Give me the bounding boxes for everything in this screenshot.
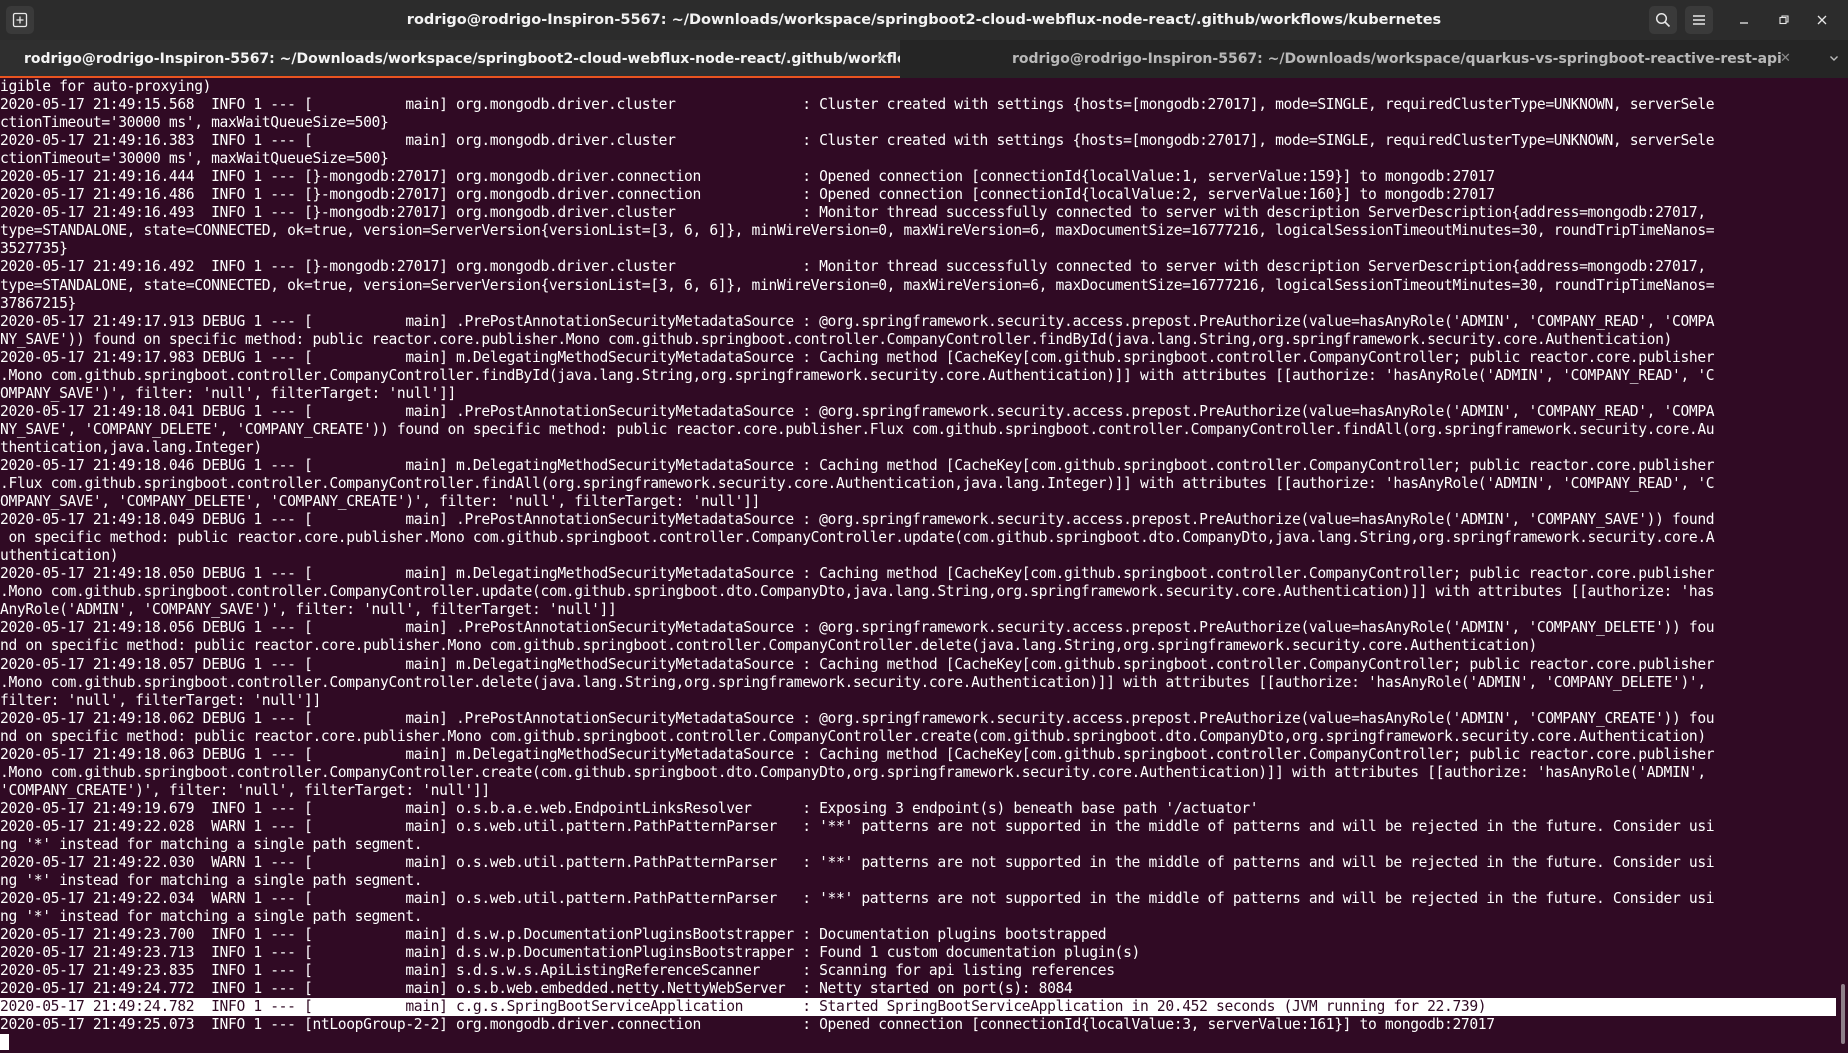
- terminal-line: 2020-05-17 21:49:23.700 INFO 1 --- [ mai…: [0, 926, 1107, 944]
- terminal-line: 2020-05-17 21:49:16.486 INFO 1 --- [}-mo…: [0, 186, 1495, 204]
- terminal-line: AnyRole('ADMIN', 'COMPANY_SAVE')', filte…: [0, 601, 617, 619]
- maximize-icon: [1779, 15, 1789, 25]
- chevron-down-icon: [1830, 56, 1838, 61]
- tab-close-icon[interactable]: ✕: [1780, 40, 1791, 78]
- terminal-line: 2020-05-17 21:49:16.444 INFO 1 --- [}-mo…: [0, 168, 1495, 186]
- terminal-line: 37867215}: [0, 294, 76, 312]
- terminal-line: ng '*' instead for matching a single pat…: [0, 835, 423, 853]
- terminal-line: nd on specific method: public reactor.co…: [0, 727, 1706, 745]
- terminal-line: 3527735}: [0, 240, 68, 258]
- terminal-line: 2020-05-17 21:49:18.057 DEBUG 1 --- [ ma…: [0, 655, 1715, 673]
- terminal-line: ctionTimeout='30000 ms', maxWaitQueueSiz…: [0, 150, 389, 168]
- terminal-line: 2020-05-17 21:49:23.713 INFO 1 --- [ mai…: [0, 944, 1140, 962]
- window-title: rodrigo@rodrigo-Inspiron-5567: ~/Downloa…: [406, 12, 1442, 28]
- terminal-line: 2020-05-17 21:49:25.073 INFO 1 --- [ntLo…: [0, 1016, 1495, 1034]
- terminal-line: .Mono com.github.springboot.controller.C…: [0, 366, 1715, 384]
- menu-button[interactable]: [1685, 6, 1713, 34]
- tab-label: rodrigo@rodrigo-Inspiron-5567: ~/Downloa…: [24, 51, 900, 67]
- tab-springboot2-cloud[interactable]: rodrigo@rodrigo-Inspiron-5567: ~/Downloa…: [0, 40, 900, 78]
- minimize-icon: [1740, 22, 1748, 24]
- terminal-line: OMPANY_SAVE')', filter: 'null', filterTa…: [0, 384, 456, 402]
- terminal-line: 2020-05-17 21:49:24.772 INFO 1 --- [ mai…: [0, 980, 1073, 998]
- terminal-line: filter: 'null', filterTarget: 'null']]: [0, 691, 321, 709]
- terminal-line: 2020-05-17 21:49:17.913 DEBUG 1 --- [ ma…: [0, 312, 1715, 330]
- terminal-line: NY_SAVE')) found on specific method: pub…: [0, 330, 1672, 348]
- tab-quarkus-vs-springboot[interactable]: rodrigo@rodrigo-Inspiron-5567: ~/Downloa…: [900, 40, 1818, 78]
- scrollbar-thumb[interactable]: [1841, 984, 1845, 1044]
- terminal-line: on specific method: public reactor.core.…: [0, 529, 1715, 547]
- terminal-line: 'COMPANY_CREATE')', filter: 'null', filt…: [0, 781, 490, 799]
- terminal-line: igible for auto-proxying): [0, 78, 212, 95]
- search-icon: [1655, 12, 1671, 28]
- terminal-line: 2020-05-17 21:49:18.062 DEBUG 1 --- [ ma…: [0, 709, 1715, 727]
- terminal-line: 2020-05-17 21:49:18.050 DEBUG 1 --- [ ma…: [0, 565, 1715, 583]
- window-titlebar: rodrigo@rodrigo-Inspiron-5567: ~/Downloa…: [0, 0, 1848, 40]
- terminal-line: type=STANDALONE, state=CONNECTED, ok=tru…: [0, 222, 1715, 240]
- terminal-scrollbar[interactable]: [1836, 78, 1848, 1053]
- close-button[interactable]: [1811, 9, 1833, 31]
- terminal-line: NY_SAVE', 'COMPANY_DELETE', 'COMPANY_CRE…: [0, 420, 1715, 438]
- terminal-prompt-line[interactable]: [0, 1034, 1836, 1052]
- terminal-line: .Flux com.github.springboot.controller.C…: [0, 475, 1715, 493]
- terminal-line: type=STANDALONE, state=CONNECTED, ok=tru…: [0, 276, 1715, 294]
- terminal-line: 2020-05-17 21:49:19.679 INFO 1 --- [ mai…: [0, 799, 1259, 817]
- terminal-output[interactable]: igible for auto-proxying) 2020-05-17 21:4…: [0, 78, 1836, 1053]
- maximize-button[interactable]: [1773, 9, 1795, 31]
- terminal-line: thentication,java.lang.Integer): [0, 438, 262, 456]
- tabs-dropdown-button[interactable]: [1820, 40, 1848, 78]
- terminal-line: .Mono com.github.springboot.controller.C…: [0, 763, 1706, 781]
- tab-label: rodrigo@rodrigo-Inspiron-5567: ~/Downloa…: [1012, 51, 1782, 67]
- terminal-line-selected: 2020-05-17 21:49:24.782 INFO 1 --- [ mai…: [0, 998, 1836, 1017]
- terminal-line: 2020-05-17 21:49:22.028 WARN 1 --- [ mai…: [0, 817, 1715, 835]
- terminal-line: 2020-05-17 21:49:22.034 WARN 1 --- [ mai…: [0, 890, 1715, 908]
- minimize-button[interactable]: [1733, 9, 1755, 31]
- terminal-line: 2020-05-17 21:49:16.492 INFO 1 --- [}-mo…: [0, 258, 1706, 276]
- terminal-line: uthentication): [0, 547, 119, 565]
- terminal-line: .Mono com.github.springboot.controller.C…: [0, 673, 1706, 691]
- terminal-line: 2020-05-17 21:49:18.063 DEBUG 1 --- [ ma…: [0, 745, 1715, 763]
- terminal-line: 2020-05-17 21:49:16.493 INFO 1 --- [}-mo…: [0, 204, 1706, 222]
- terminal-line: 2020-05-17 21:49:18.056 DEBUG 1 --- [ ma…: [0, 619, 1715, 637]
- tab-bar: rodrigo@rodrigo-Inspiron-5567: ~/Downloa…: [0, 40, 1848, 78]
- terminal-line: 2020-05-17 21:49:18.041 DEBUG 1 --- [ ma…: [0, 402, 1715, 420]
- terminal-line: 2020-05-17 21:49:22.030 WARN 1 --- [ mai…: [0, 854, 1715, 872]
- terminal-line: 2020-05-17 21:49:23.835 INFO 1 --- [ mai…: [0, 962, 1115, 980]
- tab-close-icon[interactable]: ✕: [876, 40, 887, 76]
- terminal-line: 2020-05-17 21:49:18.049 DEBUG 1 --- [ ma…: [0, 511, 1715, 529]
- terminal-line: 2020-05-17 21:49:16.383 INFO 1 --- [ mai…: [0, 132, 1715, 150]
- terminal-line: ng '*' instead for matching a single pat…: [0, 908, 423, 926]
- terminal-line: 2020-05-17 21:49:18.046 DEBUG 1 --- [ ma…: [0, 456, 1715, 474]
- hamburger-menu-icon: [1693, 15, 1705, 25]
- terminal-line: OMPANY_SAVE', 'COMPANY_DELETE', 'COMPANY…: [0, 493, 760, 511]
- terminal-line: 2020-05-17 21:49:15.568 INFO 1 --- [ mai…: [0, 96, 1715, 114]
- terminal-line: ctionTimeout='30000 ms', maxWaitQueueSiz…: [0, 114, 389, 132]
- terminal-line: .Mono com.github.springboot.controller.C…: [0, 583, 1715, 601]
- text-cursor: [0, 1034, 9, 1051]
- terminal-line: nd on specific method: public reactor.co…: [0, 637, 1537, 655]
- terminal-line: ng '*' instead for matching a single pat…: [0, 872, 423, 890]
- close-icon: [1817, 15, 1827, 25]
- search-button[interactable]: [1649, 6, 1677, 34]
- terminal-line: 2020-05-17 21:49:17.983 DEBUG 1 --- [ ma…: [0, 348, 1715, 366]
